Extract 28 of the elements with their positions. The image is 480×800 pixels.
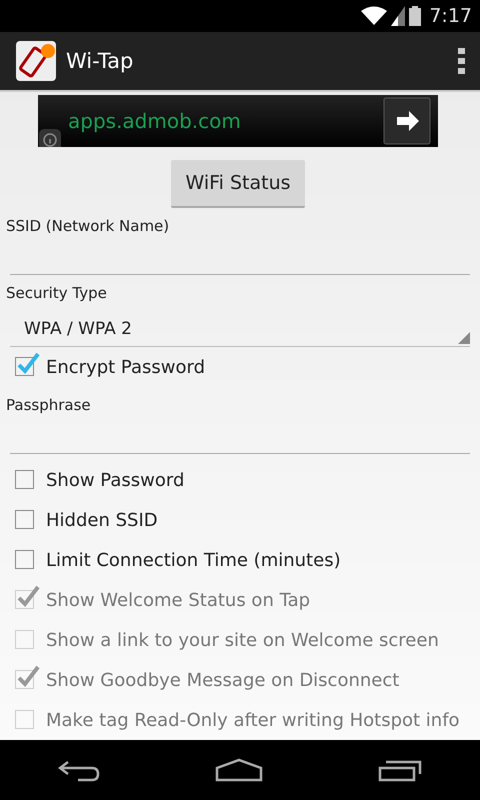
overflow-menu-icon[interactable] (458, 48, 466, 74)
battery-icon (409, 6, 422, 26)
clock: 7:17 (429, 5, 472, 27)
checkbox-label: Show Welcome Status on Tap (46, 590, 310, 611)
checkbox-label: Encrypt Password (46, 356, 206, 378)
wifi-icon (361, 6, 388, 26)
checkbox-label: Show a link to your site on Welcome screen (46, 630, 439, 651)
checkbox-label: Hidden SSID (46, 510, 158, 531)
wifi-status-button[interactable]: WiFi Status (171, 160, 305, 208)
ad-banner[interactable]: apps.admob.com (38, 95, 438, 148)
checkbox-label: Limit Connection Time (minutes) (46, 550, 341, 571)
field-label: Security Type (6, 284, 108, 302)
app-title: Wi-Tap (66, 49, 134, 73)
signal-icon (391, 6, 406, 26)
info-icon[interactable] (39, 129, 61, 148)
checkbox[interactable] (14, 351, 40, 378)
field-label: Passphrase (6, 396, 92, 414)
ad-text: apps.admob.com (68, 109, 242, 134)
phone-wifi-icon (16, 41, 56, 81)
field-label: SSID (Network Name) (6, 217, 170, 236)
checkbox-label: Make tag Read-Only after writing Hotspot info (46, 710, 460, 731)
checkbox-label: Show Password (46, 470, 184, 491)
checkbox-label: Show Goodbye Message on Disconnect (46, 670, 400, 691)
back-icon[interactable] (58, 758, 100, 782)
recent-apps-icon[interactable] (378, 758, 422, 782)
dropdown-corner-icon (458, 332, 470, 344)
security-type-dropdown[interactable]: WPA / WPA 2 (10, 312, 470, 348)
home-icon[interactable] (214, 758, 263, 782)
